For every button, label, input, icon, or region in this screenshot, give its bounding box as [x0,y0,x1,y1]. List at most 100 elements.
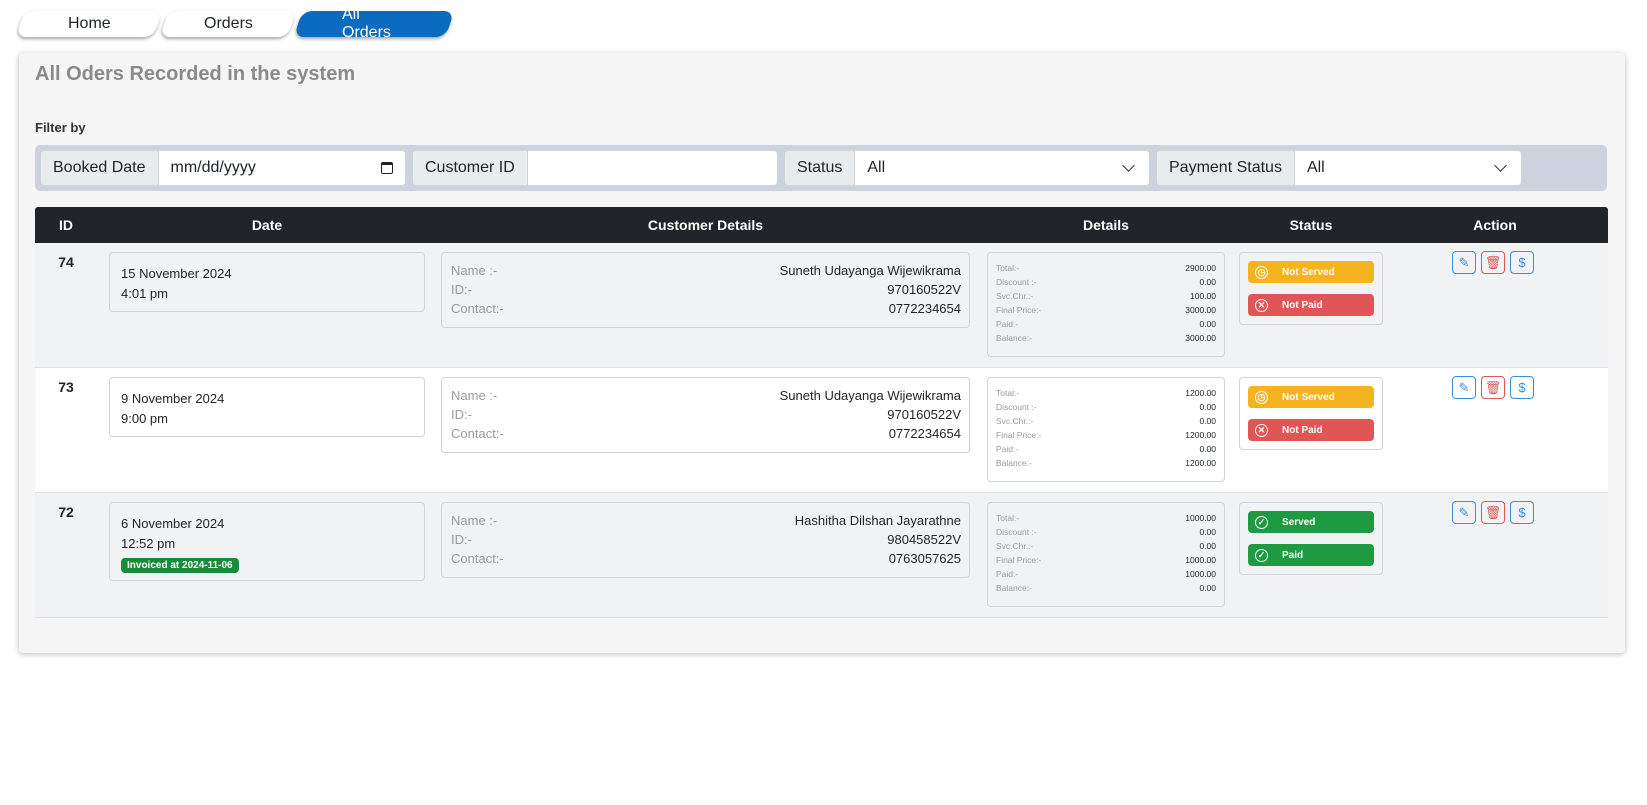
svc-key: Svc.Chr.:- [996,291,1034,301]
serve-status-badge: ✓ Served [1248,511,1374,533]
pay-status-text: Not Paid [1282,299,1323,311]
customer-details: Name :- Suneth Udayanga Wijewikrama ID:- 9… [441,252,970,328]
customer-id-label: Customer ID [412,150,527,186]
booked-date-filter: Booked Date mm/dd/yyyy [40,150,406,186]
order-id: 73 [58,379,74,395]
serve-status-text: Not Served [1282,266,1335,278]
svc-key: Svc.Chr.:- [996,541,1034,551]
booked-date-value: mm/dd/yyyy [170,159,256,176]
customer-name: Suneth Udayanga Wijewikrama [779,263,961,278]
order-time: 9:00 pm [121,411,168,426]
pay-button[interactable]: $ [1510,376,1534,399]
discount-key: Discount :- [996,277,1037,287]
breadcrumb-orders-label: Orders [203,15,253,32]
date-box: 9 November 2024 9:00 pm [109,377,425,437]
table-row: 73 9 November 2024 9:00 pm Name :- Suneth… [35,368,1608,493]
customer-contact: 0772234654 [888,301,961,316]
balance-value: 1200.00 [1185,458,1216,468]
paid-value: 0.00 [1199,444,1216,454]
name-key: Name :- [451,263,498,278]
col-status: Status [1289,217,1333,233]
pay-status-text: Not Paid [1282,424,1323,436]
final-value: 3000.00 [1185,305,1216,315]
total-value: 1000.00 [1185,513,1216,523]
breadcrumb: Home Orders All Orders [15,6,456,41]
customer-details: Name :- Suneth Udayanga Wijewikrama ID:- 9… [441,377,970,453]
delete-button[interactable]: 🗑 [1481,501,1505,524]
id-key: ID:- [451,282,472,297]
delete-button[interactable]: 🗑 [1481,376,1505,399]
status-box: ◷ Not Served ✕ Not Paid [1239,252,1383,325]
breadcrumb-all-orders[interactable]: All Orders [293,6,455,41]
customer-contact: 0772234654 [888,426,961,441]
alarm-clock-icon: ◷ [1255,390,1268,404]
booked-date-input[interactable]: mm/dd/yyyy [157,150,406,186]
contact-key: Contact:- [451,551,504,566]
status-box: ◷ Not Served ✕ Not Paid [1239,377,1383,450]
pay-button[interactable]: $ [1510,251,1534,274]
final-key: Final Price:- [996,555,1042,565]
edit-button[interactable]: ✎ [1452,501,1476,524]
pay-button[interactable]: $ [1510,501,1534,524]
edit-button[interactable]: ✎ [1452,376,1476,399]
svc-value: 0.00 [1199,541,1216,551]
final-key: Final Price:- [996,305,1042,315]
chevron-down-icon [1494,159,1507,172]
total-value: 2900.00 [1185,263,1216,273]
invoiced-badge: Invoiced at 2024-11-06 [121,558,239,573]
customer-id-input[interactable] [526,150,778,186]
dollar-icon: $ [1518,505,1526,520]
order-date: 15 November 2024 [121,266,232,281]
serve-status-text: Served [1282,516,1316,528]
total-value: 1200.00 [1185,388,1216,398]
discount-value: 0.00 [1199,527,1216,537]
chevron-down-icon [1122,159,1135,172]
serve-status-badge: ◷ Not Served [1248,261,1374,283]
filter-bar: Booked Date mm/dd/yyyy Customer ID Statu… [35,145,1607,191]
breadcrumb-orders[interactable]: Orders [159,11,297,37]
payment-status-select[interactable]: All [1293,150,1522,186]
customer-details: Name :- Hashitha Dilshan Jayarathne ID:- 9… [441,502,970,578]
paid-key: Paid:- [996,569,1019,579]
customer-nic: 970160522V [887,407,961,422]
pay-status-badge: ✕ Not Paid [1248,419,1374,441]
dollar-icon: $ [1518,380,1526,395]
row-actions: ✎ 🗑 $ [1452,501,1534,524]
check-circle-icon: ✓ [1255,515,1268,529]
pencil-icon: ✎ [1458,254,1470,270]
payment-status-value: All [1306,159,1325,176]
row-actions: ✎ 🗑 $ [1452,251,1534,274]
price-details: Total:- 1000.00 Discount :- 0.00 Svc.Chr.:… [987,502,1225,607]
calendar-icon[interactable] [381,162,393,174]
final-key: Final Price:- [996,430,1042,440]
edit-button[interactable]: ✎ [1452,251,1476,274]
check-circle-icon: ✓ [1255,548,1268,562]
table-row: 74 15 November 2024 4:01 pm Name :- Sunet… [35,243,1608,368]
table-header: ID Date Customer Details Details Status … [35,207,1608,243]
balance-key: Balance:- [996,458,1032,468]
orders-table: ID Date Customer Details Details Status … [35,207,1608,618]
trash-icon: 🗑 [1484,254,1502,270]
serve-status-text: Not Served [1282,391,1335,403]
name-key: Name :- [451,388,498,403]
pencil-icon: ✎ [1458,379,1470,395]
price-details: Total:- 1200.00 Discount :- 0.00 Svc.Chr.:… [987,377,1225,482]
breadcrumb-home[interactable]: Home [15,11,163,37]
order-id: 74 [58,254,74,270]
breadcrumb-all-orders-label: All Orders [342,6,391,41]
total-key: Total:- [996,263,1020,273]
delete-button[interactable]: 🗑 [1481,251,1505,274]
row-actions: ✎ 🗑 $ [1452,376,1534,399]
svc-value: 0.00 [1199,416,1216,426]
discount-key: Discount :- [996,527,1037,537]
status-select[interactable]: All [854,150,1150,186]
date-box: 15 November 2024 4:01 pm [109,252,425,312]
id-key: ID:- [451,532,472,547]
x-circle-icon: ✕ [1255,298,1268,312]
name-key: Name :- [451,513,498,528]
customer-nic: 970160522V [887,282,961,297]
status-label: Status [784,150,855,186]
contact-key: Contact:- [451,301,504,316]
col-date: Date [251,217,283,233]
customer-name: Hashitha Dilshan Jayarathne [794,513,961,528]
